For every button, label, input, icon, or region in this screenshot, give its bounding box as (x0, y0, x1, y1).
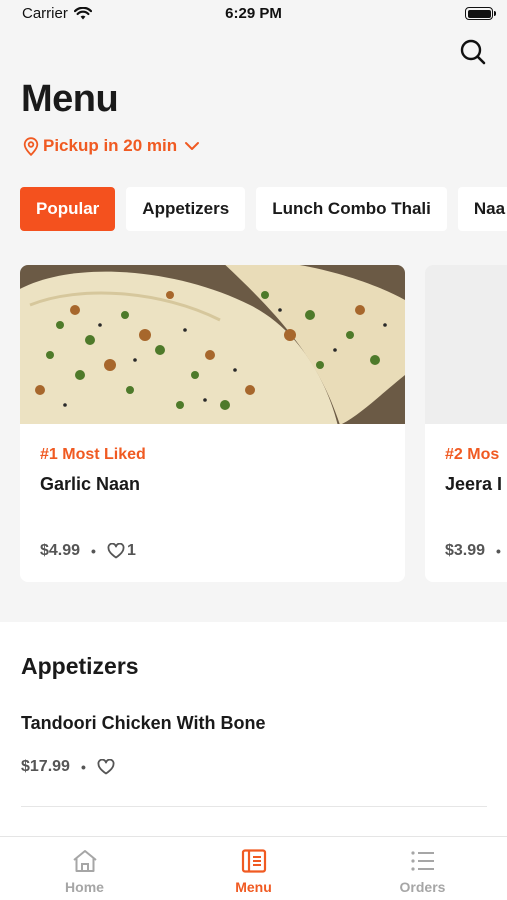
menu-item-meta: $17.99 • (21, 758, 115, 776)
like-button[interactable]: 1 (107, 542, 136, 560)
card-name: Jeera I (445, 474, 503, 494)
section-title: Appetizers (21, 653, 139, 679)
card-meta: $4.99 • 1 (40, 542, 136, 560)
card-name: Garlic Naan (40, 474, 141, 494)
heart-icon (107, 543, 125, 559)
card-meta: $3.99 • (445, 542, 507, 560)
home-icon (72, 850, 97, 872)
category-chip-naan[interactable]: Naa (457, 187, 507, 231)
battery-icon (465, 7, 496, 20)
tab-home[interactable]: Home (0, 837, 169, 900)
location-pin-icon (23, 136, 39, 156)
separator-dot: • (91, 543, 96, 559)
tab-label: Home (65, 879, 104, 895)
featured-card[interactable]: #2 Mos Jeera I $3.99 • (425, 265, 507, 582)
separator-dot: • (80, 759, 86, 775)
garlic-naan-photo (20, 265, 405, 424)
category-chip-appetizers[interactable]: Appetizers (126, 187, 246, 231)
category-chip-popular[interactable]: Popular (20, 187, 116, 231)
menu-item-name[interactable]: Tandoori Chicken With Bone (21, 713, 266, 734)
search-icon[interactable] (459, 38, 487, 66)
appetizers-section: Appetizers Tandoori Chicken With Bone $1… (0, 622, 507, 838)
card-rank: #1 Most Liked (40, 446, 146, 463)
chevron-down-icon (185, 142, 200, 150)
heart-icon[interactable] (97, 759, 115, 775)
tab-menu[interactable]: Menu (169, 837, 338, 900)
jeera-rice-photo (425, 265, 507, 424)
page-title: Menu (21, 78, 119, 120)
tab-label: Menu (235, 879, 272, 895)
menu-book-icon (241, 849, 266, 873)
status-time: 6:29 PM (225, 5, 282, 22)
pickup-label: Pickup in 20 min (43, 136, 178, 155)
list-icon (410, 851, 434, 871)
featured-carousel: #1 Most Liked Garlic Naan $4.99 • 1 #2 M… (20, 265, 507, 583)
separator-dot: • (496, 543, 501, 559)
card-price: $4.99 (40, 542, 81, 559)
category-tabs: Popular Appetizers Lunch Combo Thali Naa (20, 187, 507, 231)
menu-item-price: $17.99 (21, 758, 70, 775)
tab-label: Orders (399, 879, 446, 895)
divider (21, 806, 487, 807)
featured-card[interactable]: #1 Most Liked Garlic Naan $4.99 • 1 (20, 265, 405, 582)
like-count: 1 (126, 542, 136, 559)
status-bar: Carrier 6:29 PM (0, 0, 507, 28)
category-chip-lunch-combo-thali[interactable]: Lunch Combo Thali (256, 187, 447, 231)
card-rank: #2 Mos (445, 446, 500, 463)
card-price: $3.99 (445, 542, 486, 559)
pickup-selector[interactable]: Pickup in 20 min (23, 136, 200, 156)
tab-orders[interactable]: Orders (338, 837, 507, 900)
tab-bar: Home Menu Orders (0, 836, 507, 900)
